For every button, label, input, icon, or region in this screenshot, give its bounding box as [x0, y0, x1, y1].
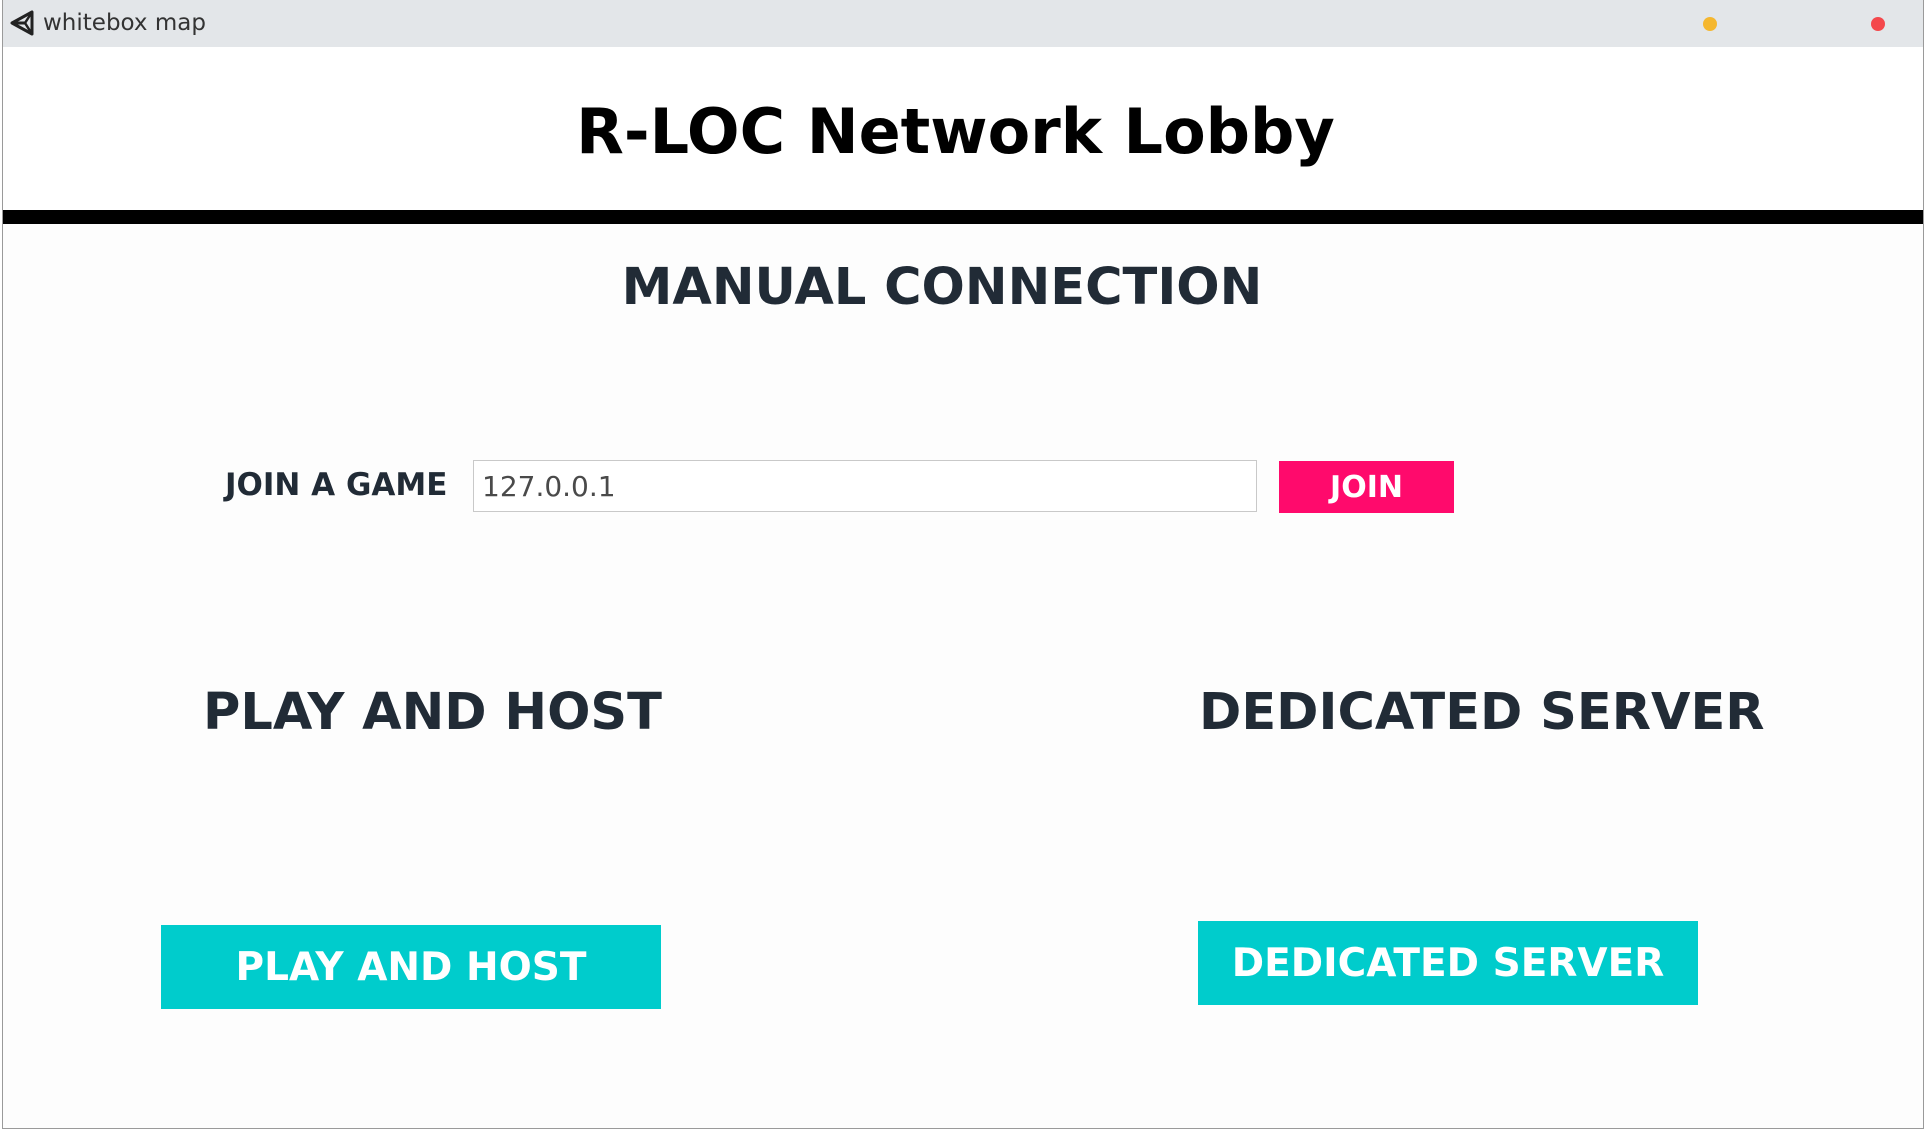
server-address-input[interactable]: [473, 460, 1257, 512]
minimize-button[interactable]: [1703, 17, 1717, 31]
lobby-title: R-LOC Network Lobby: [576, 95, 1335, 168]
close-button[interactable]: [1871, 17, 1885, 31]
join-game-label: JOIN A GAME: [225, 467, 448, 503]
play-and-host-button[interactable]: PLAY AND HOST: [161, 925, 661, 1009]
lobby-header: R-LOC Network Lobby: [3, 47, 1923, 210]
dedicated-server-button[interactable]: DEDICATED SERVER: [1198, 921, 1698, 1005]
header-divider: [3, 210, 1923, 224]
play-and-host-heading: PLAY AND HOST: [203, 683, 662, 742]
manual-connection-heading: MANUAL CONNECTION: [621, 258, 1263, 317]
dedicated-server-heading: DEDICATED SERVER: [1199, 683, 1765, 742]
title-bar[interactable]: whitebox map: [3, 0, 1923, 47]
window-title: whitebox map: [43, 10, 206, 36]
unity-logo-icon: [10, 10, 34, 36]
join-button[interactable]: JOIN: [1279, 461, 1454, 513]
lobby-window: whitebox map R-LOC Network Lobby MANUAL …: [2, 0, 1924, 1129]
